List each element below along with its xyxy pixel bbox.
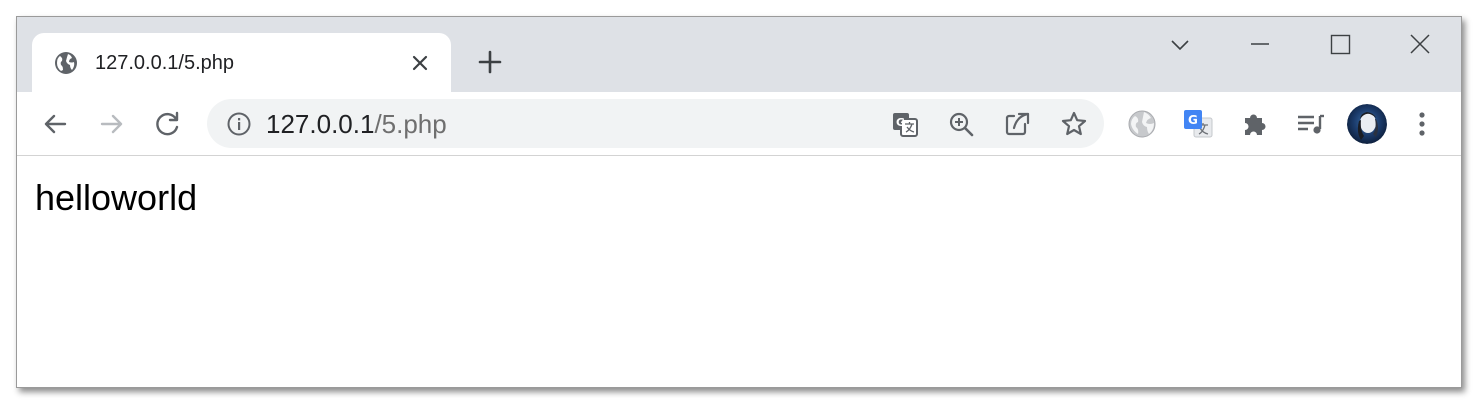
url-text[interactable]: 127.0.0.1/5.php xyxy=(266,110,447,138)
avatar[interactable] xyxy=(1347,104,1387,144)
google-translate-icon[interactable]: G xyxy=(1182,108,1214,140)
arrow-left-icon[interactable] xyxy=(39,108,71,140)
info-icon[interactable] xyxy=(226,111,252,137)
globe-icon xyxy=(54,51,78,75)
plus-icon[interactable] xyxy=(476,48,504,76)
url-path: /5.php xyxy=(374,109,447,139)
puzzle-icon[interactable] xyxy=(1239,108,1271,140)
tab-strip: 127.0.0.1/5.php xyxy=(17,17,1461,92)
svg-text:G: G xyxy=(896,116,905,129)
browser-window: 127.0.0.1/5.php 127.0.0.1/5.php G G hell… xyxy=(16,16,1462,388)
minimize-icon[interactable] xyxy=(1244,31,1276,59)
address-bar[interactable]: 127.0.0.1/5.php G xyxy=(207,99,1104,148)
close-icon[interactable] xyxy=(1404,31,1436,59)
arrow-right-icon[interactable] xyxy=(96,108,128,140)
share-icon[interactable] xyxy=(1003,110,1031,138)
url-host: 127.0.0.1 xyxy=(266,109,375,139)
media-queue-icon[interactable] xyxy=(1295,108,1327,140)
active-tab[interactable]: 127.0.0.1/5.php xyxy=(32,33,451,92)
globe-extension-icon[interactable] xyxy=(1126,108,1158,140)
maximize-icon[interactable] xyxy=(1324,31,1356,59)
reload-icon[interactable] xyxy=(152,108,184,140)
toolbar: 127.0.0.1/5.php G G xyxy=(17,92,1461,156)
tab-title: 127.0.0.1/5.php xyxy=(95,52,235,74)
kebab-menu-icon[interactable] xyxy=(1406,108,1438,140)
page-content: helloworld xyxy=(17,156,1461,387)
svg-text:G: G xyxy=(1188,113,1198,127)
translate-icon[interactable]: G xyxy=(891,110,919,138)
star-icon[interactable] xyxy=(1060,110,1088,138)
chevron-down-icon[interactable] xyxy=(1164,31,1196,59)
page-body-text: helloworld xyxy=(35,177,198,218)
zoom-in-icon[interactable] xyxy=(947,110,975,138)
close-icon[interactable] xyxy=(410,53,430,73)
